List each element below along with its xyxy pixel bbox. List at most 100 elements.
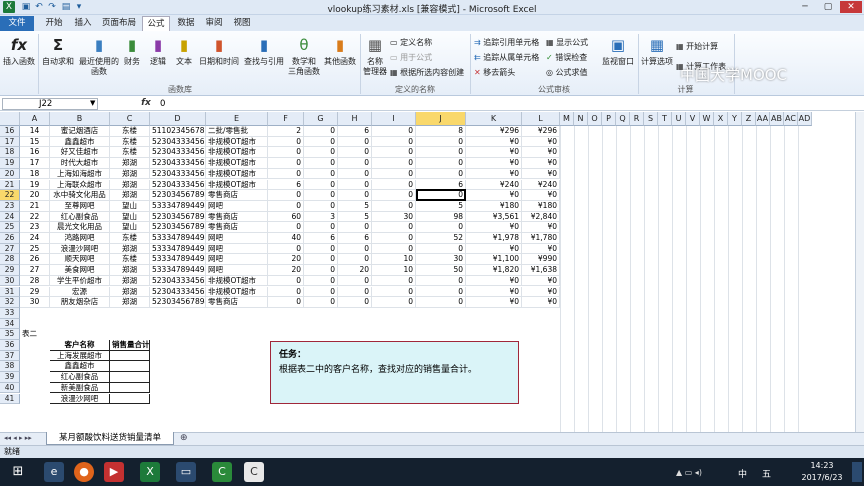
tab-insert[interactable]: 插入	[70, 16, 96, 31]
table-cell[interactable]: 0	[338, 158, 372, 169]
table-cell[interactable]: 0	[372, 233, 416, 244]
table-cell[interactable]: 非规模OT超市	[206, 286, 268, 298]
table-cell[interactable]: 0	[416, 275, 466, 287]
other-functions-button[interactable]: ▮ 其他函数	[322, 35, 358, 67]
row-header-24[interactable]: 24	[0, 211, 20, 223]
table-cell[interactable]: 网吧	[206, 200, 268, 212]
camtasia-icon[interactable]: C	[212, 462, 232, 482]
table-cell[interactable]: 朋友烟杂店	[50, 297, 110, 308]
selected-cell[interactable]	[416, 189, 466, 201]
table2-customer[interactable]: 上海发展超市	[50, 350, 110, 362]
table-cell[interactable]: 0	[304, 168, 338, 180]
table-cell[interactable]: 0	[338, 297, 372, 308]
table-cell[interactable]: ¥296	[522, 126, 560, 137]
table-cell[interactable]: 60	[268, 211, 304, 223]
table-cell[interactable]: 15	[20, 136, 50, 148]
column-header-q[interactable]: Q	[616, 112, 630, 126]
table-cell[interactable]: 50	[416, 265, 466, 276]
table-cell[interactable]: 523043334567	[150, 168, 206, 180]
vertical-scrollbar[interactable]	[855, 112, 864, 432]
column-header-e[interactable]: E	[206, 112, 268, 126]
table-cell[interactable]: 5	[338, 200, 372, 212]
table-cell[interactable]: 东楼	[110, 136, 150, 148]
table-cell[interactable]: 0	[372, 147, 416, 159]
table-cell[interactable]: 水中骑文化用品	[50, 190, 110, 201]
math-button[interactable]: θ 数学和 三角函数	[286, 35, 322, 77]
table-cell[interactable]: ¥2,840	[522, 211, 560, 223]
table-cell[interactable]: 30	[372, 211, 416, 223]
column-header-aa[interactable]: AA	[756, 112, 770, 126]
table-cell[interactable]: 523043334567	[150, 179, 206, 191]
row-header-32[interactable]: 32	[0, 297, 20, 308]
table-cell[interactable]: 宏源	[50, 286, 110, 298]
trace-precedents-button[interactable]: ⇉ 追踪引用单元格	[474, 37, 539, 49]
table-cell[interactable]: 28	[20, 275, 50, 287]
start-icon[interactable]: ⊞	[8, 462, 28, 482]
table-cell[interactable]: 0	[416, 243, 466, 255]
table-cell[interactable]: 0	[338, 222, 372, 233]
tray-lang[interactable]: 中	[738, 467, 747, 480]
lookup-button[interactable]: ▮ 查找与引用	[242, 35, 286, 67]
table-cell[interactable]: 0	[338, 147, 372, 159]
maximize-icon[interactable]: ▢	[817, 1, 839, 13]
row-header-30[interactable]: 30	[0, 275, 20, 287]
table-cell[interactable]: 0	[372, 243, 416, 255]
table-cell[interactable]: 零售商店	[206, 190, 268, 201]
use-in-formula-button[interactable]: ▭ 用于公式	[390, 52, 432, 64]
row-header-25[interactable]: 25	[0, 222, 20, 233]
table-cell[interactable]: ¥0	[522, 297, 560, 308]
table2-total-cell[interactable]	[110, 372, 150, 383]
table-cell[interactable]: ¥296	[466, 126, 522, 137]
table-cell[interactable]: 0	[372, 200, 416, 212]
table-cell[interactable]: 好又佳超市	[50, 147, 110, 159]
media-player-icon[interactable]: ▶	[104, 462, 124, 482]
table-cell[interactable]: 0	[372, 136, 416, 148]
table-cell[interactable]: 0	[268, 243, 304, 255]
table-cell[interactable]: 0	[372, 158, 416, 169]
tab-formulas[interactable]: 公式	[142, 16, 170, 31]
table-cell[interactable]: 浪漫沙网吧	[50, 243, 110, 255]
column-header-z[interactable]: Z	[742, 112, 756, 126]
table-cell[interactable]: 0	[304, 297, 338, 308]
table-cell[interactable]: 8	[416, 126, 466, 137]
table-cell[interactable]: 0	[268, 200, 304, 212]
table-cell[interactable]: 郑湖	[110, 265, 150, 276]
table-cell[interactable]: ¥180	[522, 200, 560, 212]
table-cell[interactable]: ¥0	[522, 136, 560, 148]
row-header-39[interactable]: 39	[0, 372, 20, 383]
insert-function-button[interactable]: fx 插入函数	[2, 35, 36, 67]
table-cell[interactable]: 52	[416, 233, 466, 244]
table-cell[interactable]: 533347894494	[150, 265, 206, 276]
column-header-a[interactable]: A	[20, 112, 50, 126]
tab-view[interactable]: 视图	[229, 16, 255, 31]
table-cell[interactable]: 0	[268, 190, 304, 201]
table-cell[interactable]: 东楼	[110, 254, 150, 266]
financial-button[interactable]: ▮ 财务	[120, 35, 144, 67]
row-header-16[interactable]: 16	[0, 126, 20, 137]
row-header-20[interactable]: 20	[0, 168, 20, 180]
table-cell[interactable]: 美食网吧	[50, 265, 110, 276]
column-header-w[interactable]: W	[700, 112, 714, 126]
table-cell[interactable]: 零售商店	[206, 297, 268, 308]
row-header-19[interactable]: 19	[0, 158, 20, 169]
table-cell[interactable]: 19	[20, 179, 50, 191]
tab-data[interactable]: 数据	[173, 16, 199, 31]
table-cell[interactable]: ¥0	[466, 297, 522, 308]
column-header-ad[interactable]: AD	[798, 112, 812, 126]
table-cell[interactable]: 0	[268, 158, 304, 169]
table-cell[interactable]: 郑湖	[110, 275, 150, 287]
table-cell[interactable]: 郑湖	[110, 297, 150, 308]
insert-function-icon[interactable]: fx	[138, 97, 154, 110]
table-cell[interactable]: 30	[416, 254, 466, 266]
tab-home[interactable]: 开始	[40, 16, 68, 31]
column-header-o[interactable]: O	[588, 112, 602, 126]
table-cell[interactable]: 网吧	[206, 233, 268, 244]
row-header-21[interactable]: 21	[0, 179, 20, 191]
ie-icon[interactable]: e	[44, 462, 64, 482]
table-cell[interactable]: 523043334567	[150, 136, 206, 148]
table-cell[interactable]: 0	[304, 158, 338, 169]
table-cell[interactable]: 0	[372, 179, 416, 191]
column-header-ab[interactable]: AB	[770, 112, 784, 126]
table-cell[interactable]: 533347894494	[150, 200, 206, 212]
table-cell[interactable]: ¥1,780	[522, 233, 560, 244]
